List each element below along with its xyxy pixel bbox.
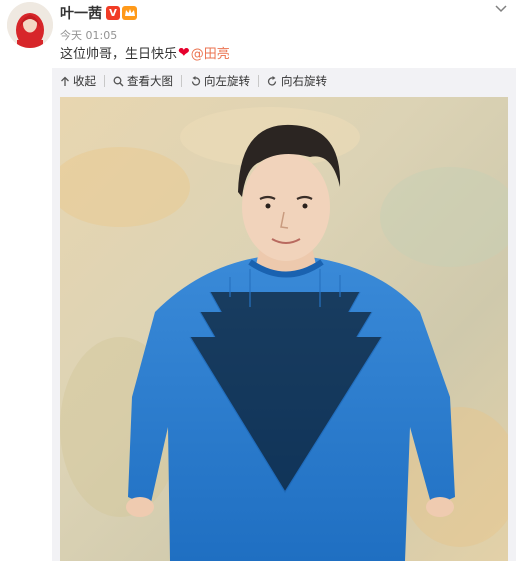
author-row: 叶一茜 V <box>60 4 137 22</box>
rotate-left-icon <box>191 75 201 86</box>
media-panel: 收起 查看大图 向左旋转 向右旋转 <box>52 68 516 561</box>
post-text: 这位帅哥，生日快乐 ❤ @田亮 <box>60 43 230 63</box>
rotate-right-label: 向右旋转 <box>281 74 327 88</box>
weibo-post: 叶一茜 V 今天 01:05 这位帅哥，生日快乐 ❤ @田亮 收起 查看大图 向… <box>0 0 516 561</box>
rotate-left-button[interactable]: 向左旋转 <box>190 75 259 87</box>
author-name[interactable]: 叶一茜 <box>60 3 102 23</box>
rotate-left-label: 向左旋转 <box>204 74 250 88</box>
post-text-body: 这位帅哥，生日快乐 <box>60 47 178 62</box>
collapse-icon <box>61 76 69 86</box>
heart-emoji: ❤ <box>178 44 190 61</box>
media-toolbar: 收起 查看大图 向左旋转 向右旋转 <box>60 72 343 90</box>
rotate-right-button[interactable]: 向右旋转 <box>267 75 335 87</box>
view-large-button[interactable]: 查看大图 <box>113 75 182 87</box>
verified-badge-icon: V <box>106 6 120 20</box>
author-avatar[interactable] <box>7 2 53 48</box>
rotate-right-icon <box>267 75 277 86</box>
collapse-label: 收起 <box>73 74 96 88</box>
member-level-icon <box>122 6 137 20</box>
mention-link[interactable]: @田亮 <box>191 43 230 62</box>
collapse-button[interactable]: 收起 <box>60 75 105 87</box>
post-timestamp[interactable]: 今天 01:05 <box>60 27 117 43</box>
post-photo[interactable] <box>60 97 508 561</box>
zoom-icon <box>113 76 124 86</box>
chevron-down-icon[interactable] <box>494 0 508 13</box>
view-large-label: 查看大图 <box>127 74 173 88</box>
